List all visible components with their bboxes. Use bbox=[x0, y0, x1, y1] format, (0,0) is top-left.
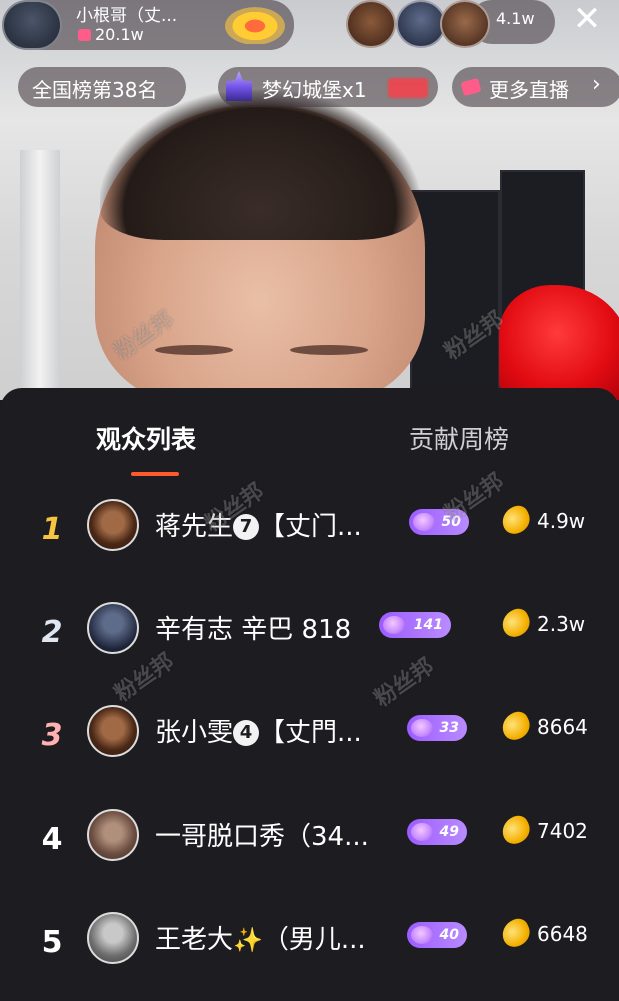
score: 6648 bbox=[537, 922, 588, 946]
viewer-count: 4.1w bbox=[496, 9, 535, 28]
rank-number: 5 bbox=[41, 925, 63, 960]
level-badge: 141 bbox=[379, 612, 451, 638]
host-name: 小根哥（丈... bbox=[76, 6, 178, 26]
list-item[interactable]: 1 蒋先生 7 【丈门... 50 4.9w bbox=[0, 492, 619, 572]
score: 2.3w bbox=[537, 612, 586, 636]
viewer-name: 辛有志 辛巴 818 bbox=[155, 615, 352, 645]
tab-audience-list[interactable]: 观众列表 bbox=[96, 420, 196, 456]
score: 7402 bbox=[537, 819, 588, 843]
gold-icon bbox=[497, 915, 535, 951]
avatar[interactable] bbox=[87, 912, 139, 964]
list-item[interactable]: 3 张小雯 4 【丈門... 33 8664 bbox=[0, 698, 619, 778]
eye bbox=[155, 345, 233, 355]
list-item[interactable]: 5 王老大✨（男儿... 40 6648 bbox=[0, 905, 619, 985]
rank-number: 4 bbox=[41, 822, 63, 857]
close-button[interactable]: ✕ bbox=[568, 2, 606, 40]
list-item[interactable]: 4 一哥脱口秀（34... 49 7402 bbox=[0, 802, 619, 882]
pillar bbox=[20, 150, 60, 400]
red-chair bbox=[499, 285, 619, 400]
live-stream-screen: 小根哥（丈... 20.1w 4.1w ✕ 全国榜第38名 梦幻城堡x1 更多直… bbox=[0, 0, 619, 1001]
gold-icon bbox=[497, 812, 535, 848]
heart-icon bbox=[78, 28, 91, 41]
score: 4.9w bbox=[537, 509, 586, 533]
rank-number: 3 bbox=[41, 718, 63, 753]
rank-text: 全国榜第38名 bbox=[32, 78, 158, 102]
viewer-name: 蒋先生 7 【丈门... bbox=[155, 512, 362, 542]
host-avatar[interactable] bbox=[2, 0, 62, 50]
top-viewer-avatar[interactable] bbox=[440, 0, 490, 48]
fan-level-badge: 4 bbox=[233, 720, 260, 746]
gold-icon bbox=[497, 502, 535, 538]
chevron-right-icon: › bbox=[592, 72, 601, 97]
host-likes: 20.1w bbox=[78, 25, 144, 44]
viewer-name: 张小雯 4 【丈門... bbox=[155, 718, 362, 748]
avatar[interactable] bbox=[87, 705, 139, 757]
avatar[interactable] bbox=[87, 499, 139, 551]
streamer-hair bbox=[100, 90, 420, 240]
level-icon bbox=[411, 823, 433, 841]
level-icon bbox=[383, 616, 405, 634]
level-badge: 40 bbox=[407, 922, 467, 948]
level-icon bbox=[411, 926, 433, 944]
live-video-feed bbox=[0, 0, 619, 400]
viewer-name: 王老大✨（男儿... bbox=[155, 925, 366, 955]
eye bbox=[290, 345, 368, 355]
top-viewer-avatar[interactable] bbox=[346, 0, 396, 48]
gold-icon bbox=[497, 708, 535, 744]
level-badge: 33 bbox=[407, 715, 467, 741]
gold-icon bbox=[497, 605, 535, 641]
rank-number: 2 bbox=[41, 615, 63, 650]
list-item[interactable]: 2 辛有志 辛巴 818 141 2.3w bbox=[0, 595, 619, 675]
tab-active-indicator bbox=[131, 472, 179, 476]
viewer-name: 一哥脱口秀（34... bbox=[155, 822, 369, 852]
tab-weekly-contribution[interactable]: 贡献周榜 bbox=[409, 420, 509, 456]
gift-tag bbox=[388, 78, 428, 98]
level-badge: 49 bbox=[407, 819, 467, 845]
sparkle-icon: ✨ bbox=[233, 926, 263, 954]
level-icon bbox=[411, 719, 433, 737]
more-live-label: 更多直播 bbox=[489, 78, 569, 102]
avatar[interactable] bbox=[87, 602, 139, 654]
score: 8664 bbox=[537, 715, 588, 739]
host-likes-count: 20.1w bbox=[95, 25, 144, 44]
top-viewer-avatar[interactable] bbox=[396, 0, 446, 48]
avatar[interactable] bbox=[87, 809, 139, 861]
wings-badge-icon[interactable] bbox=[220, 4, 290, 44]
rank-number: 1 bbox=[41, 512, 63, 547]
level-icon bbox=[413, 513, 435, 531]
gift-text: 梦幻城堡x1 bbox=[262, 78, 367, 102]
